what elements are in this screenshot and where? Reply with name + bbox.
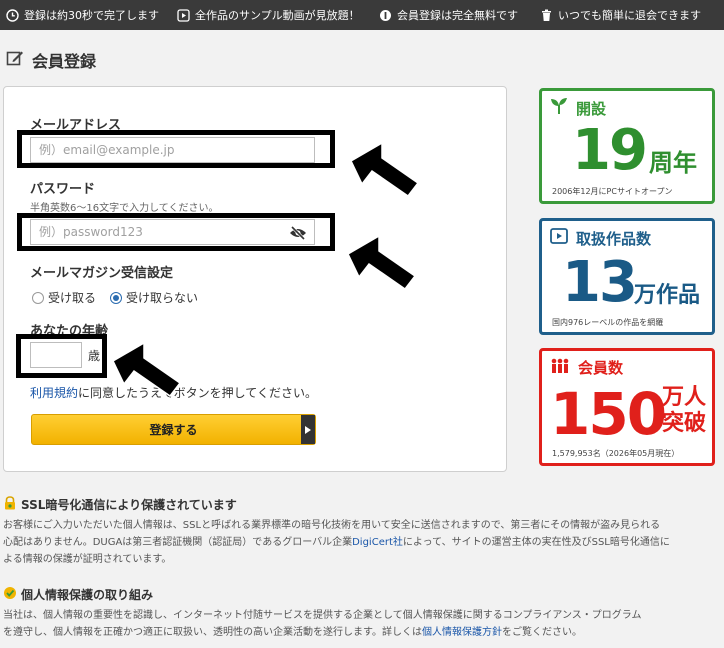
lock-icon <box>3 496 17 513</box>
stat-members: 会員数 150 万人 突破 1,579,953名（2026年05月現在） <box>539 348 715 466</box>
privacy-policy-link[interactable]: 個人情報保護方針 <box>422 627 502 638</box>
stat-note: 国内976レーベルの作品を網羅 <box>552 318 664 327</box>
shield-check-icon <box>3 586 17 603</box>
privacy-description: 当社は、個人情報の重要性を認識し、インターネット付随サービスを提供する企業として… <box>3 610 642 638</box>
stat-number: 150 <box>550 380 667 448</box>
stat-unit-line1: 万人 <box>662 385 707 410</box>
stat-unit: 周年 <box>649 149 697 177</box>
stat-head: 取扱作品数 <box>550 227 651 249</box>
sprout-icon <box>550 97 568 119</box>
arrow-email <box>350 141 420 198</box>
ssl-title: SSL暗号化通信により保護されています <box>3 496 237 513</box>
ssl-description: お客様にご入力いただいた個人情報は、SSLと呼ばれる業界標準の暗号化技術を用いて… <box>3 520 670 565</box>
video-icon <box>550 227 568 249</box>
privacy-title: 個人情報保護の取り組み <box>3 586 153 603</box>
digicert-link[interactable]: DigiCert社 <box>352 537 403 548</box>
stat-note: 2006年12月にPCサイトオープン <box>552 187 673 196</box>
stat-number: 13 <box>562 250 638 315</box>
stat-note: 1,579,953名（2026年05月現在） <box>552 449 680 458</box>
stat-number: 19 <box>572 118 648 183</box>
stat-head: 会員数 <box>550 357 623 378</box>
people-icon <box>550 358 570 378</box>
stat-head: 開設 <box>550 97 606 119</box>
stat-unit: 万作品 <box>634 283 701 308</box>
arrow-password <box>347 234 417 291</box>
arrow-age <box>112 341 182 398</box>
stat-unit-line2: 突破 <box>662 411 707 436</box>
stat-anniversary: 開設 19 周年 2006年12月にPCサイトオープン <box>539 88 715 204</box>
stat-titles: 取扱作品数 13 万作品 国内976レーベルの作品を網羅 <box>539 218 715 335</box>
